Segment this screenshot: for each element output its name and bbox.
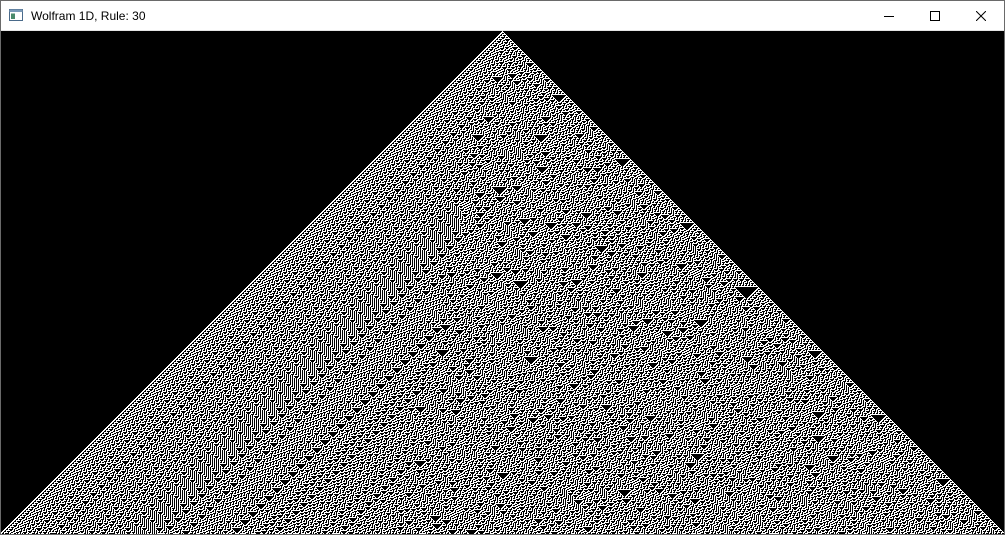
close-icon [976, 11, 986, 21]
window-title: Wolfram 1D, Rule: 30 [31, 9, 146, 23]
cellular-automaton-canvas [1, 31, 1004, 534]
maximize-button[interactable] [912, 1, 958, 31]
minimize-button[interactable] [866, 1, 912, 31]
app-icon [9, 9, 23, 21]
minimize-icon [884, 16, 894, 17]
close-button[interactable] [958, 1, 1004, 31]
automaton-canvas-area [1, 31, 1004, 534]
app-window: Wolfram 1D, Rule: 30 [0, 0, 1005, 535]
maximize-icon [930, 11, 940, 21]
title-bar[interactable]: Wolfram 1D, Rule: 30 [1, 1, 1004, 31]
